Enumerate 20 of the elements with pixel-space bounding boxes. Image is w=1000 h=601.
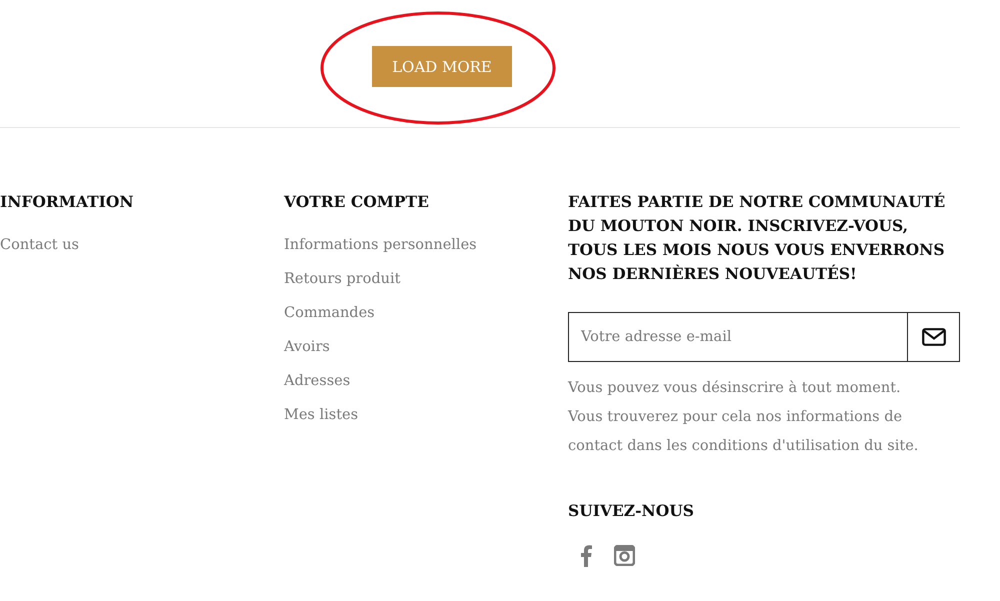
column-heading: VOTRE COMPTE (284, 191, 430, 213)
footer-link[interactable]: Informations personnelles (284, 234, 477, 257)
social-link[interactable] (580, 545, 592, 567)
load-more-button[interactable]: LOAD MORE (372, 46, 512, 87)
instagram-icon (614, 545, 635, 566)
envelope-icon (922, 328, 946, 346)
facebook-icon (580, 545, 592, 567)
email-field[interactable]: Votre adresse e-mail (568, 312, 907, 362)
footer-link[interactable]: Contact us (0, 234, 79, 257)
column-heading: INFORMATION (0, 191, 135, 213)
subscribe-button[interactable] (907, 312, 960, 362)
social-link[interactable] (614, 545, 635, 567)
footer-link[interactable]: Adresses (284, 370, 350, 393)
footer-link[interactable]: Avoirs (284, 336, 330, 359)
social-heading: SUIVEZ-NOUS (568, 500, 695, 522)
unsubscribe-note: Vous pouvez vous désinscrire à tout moment. Vous trouverez pour cela nos informations de contact dans les conditions d'utilisation du site. (568, 379, 920, 456)
newsletter-heading: FAITES PARTIE DE NOTRE COMMUNAUTÉ DU MOUTON NOIR. INSCRIVEZ-VOUS, TOUS LES MOIS NOUS VOUS ENVERRONS NOS DERNIÈRES NOUVEAUTÉS! (568, 191, 946, 285)
footer-link[interactable]: Retours produit (284, 268, 400, 291)
footer-link[interactable]: Commandes (284, 302, 375, 325)
footer-link[interactable]: Mes listes (284, 404, 358, 427)
